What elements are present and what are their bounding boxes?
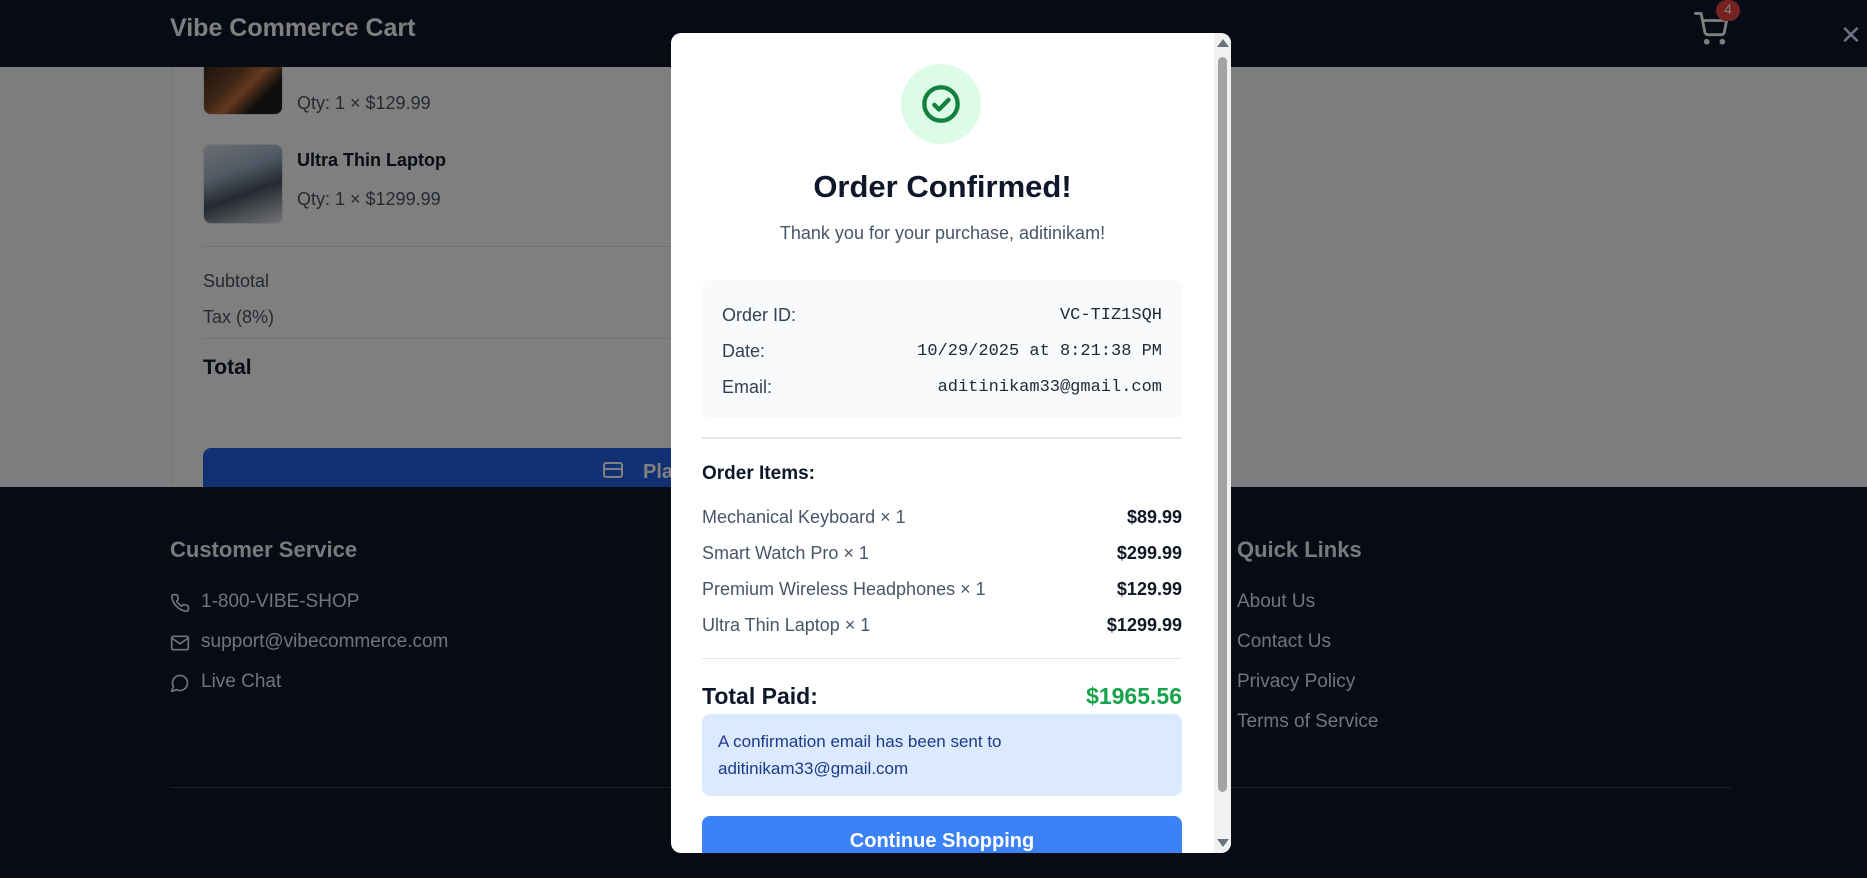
email-notice-text: A confirmation email has been sent to ad… <box>718 732 1002 778</box>
email-value: aditinikam33@gmail.com <box>937 378 1162 397</box>
total-paid-label: Total Paid: <box>702 683 818 709</box>
order-items-heading: Order Items: <box>702 463 815 484</box>
continue-shopping-button[interactable]: Continue Shopping <box>702 816 1182 853</box>
date-value: 10/29/2025 at 8:21:38 PM <box>917 342 1162 361</box>
order-item-name: Smart Watch Pro × 1 <box>702 543 869 563</box>
order-item-name: Premium Wireless Headphones × 1 <box>702 579 986 599</box>
email-label: Email: <box>722 377 773 397</box>
order-id-label: Order ID: <box>722 305 797 325</box>
order-id-value: VC-TIZ1SQH <box>1059 306 1162 325</box>
scroll-up-arrow-icon[interactable] <box>1217 39 1229 47</box>
divider <box>702 658 1182 659</box>
divider <box>702 437 1182 439</box>
email-notice-box: A confirmation email has been sent to ad… <box>702 714 1182 796</box>
order-item-price: $129.99 <box>1116 579 1182 599</box>
success-badge <box>901 64 981 144</box>
scroll-down-arrow-icon[interactable] <box>1217 839 1229 847</box>
modal-scrollbar[interactable] <box>1214 33 1231 853</box>
order-details-box: Order ID: VC-TIZ1SQH Date: 10/29/2025 at… <box>702 280 1182 418</box>
order-item-name: Mechanical Keyboard × 1 <box>702 507 906 527</box>
close-icon[interactable]: ✕ <box>1840 20 1862 51</box>
scrollbar-thumb[interactable] <box>1218 57 1227 792</box>
order-confirmation-modal: Order Confirmed! Thank you for your purc… <box>671 33 1231 853</box>
modal-title: Order Confirmed! <box>813 169 1072 204</box>
modal-subtitle: Thank you for your purchase, aditinikam! <box>779 223 1106 243</box>
check-circle-icon <box>922 85 960 123</box>
date-label: Date: <box>722 341 766 361</box>
total-paid-value: $1965.56 <box>1086 683 1182 709</box>
order-item-name: Ultra Thin Laptop × 1 <box>702 615 871 635</box>
order-item-price: $89.99 <box>1126 507 1182 527</box>
order-item-price: $1299.99 <box>1106 615 1182 635</box>
order-item-price: $299.99 <box>1116 543 1182 563</box>
